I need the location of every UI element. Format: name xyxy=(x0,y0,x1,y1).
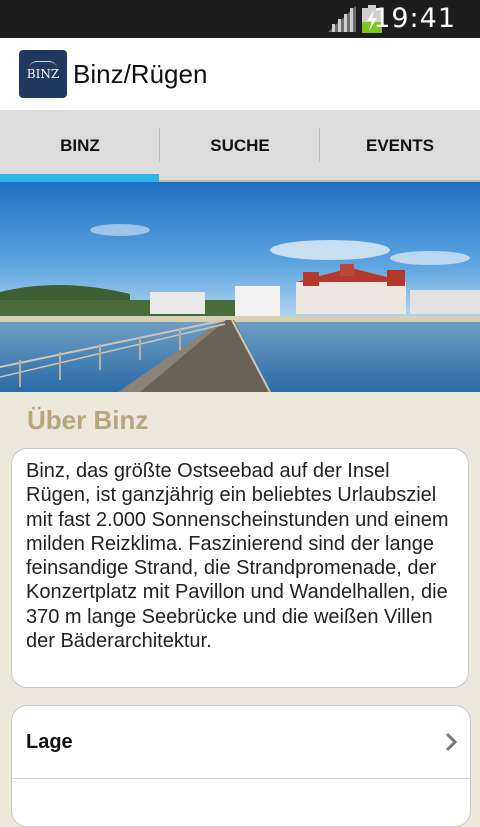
hero-image xyxy=(0,182,480,392)
status-bar: 19:41 xyxy=(0,0,480,38)
chevron-right-icon xyxy=(445,732,458,752)
tab-events[interactable]: EVENTS xyxy=(320,110,480,180)
list-item-lage[interactable]: Lage xyxy=(12,706,470,779)
crown-ornament xyxy=(29,61,57,70)
action-bar: BINZ Binz/Rügen xyxy=(0,38,480,110)
list-item-label: Lage xyxy=(26,731,73,753)
tab-selected-indicator xyxy=(0,174,159,182)
tab-binz[interactable]: BINZ xyxy=(0,110,160,180)
description-text: Binz, das größte Ostseebad auf der Insel… xyxy=(26,460,449,653)
section-title: Über Binz xyxy=(27,405,149,435)
app-title: Binz/Rügen xyxy=(73,59,208,89)
tab-bar: BINZ SUCHE EVENTS xyxy=(0,110,480,182)
description-card: Binz, das größte Ostseebad auf der Insel… xyxy=(11,448,469,688)
pier-seaside-photo xyxy=(0,182,480,392)
info-list: Lage xyxy=(11,705,471,827)
signal-icon xyxy=(328,6,356,32)
tab-suche[interactable]: SUCHE xyxy=(160,110,320,180)
app-logo[interactable]: BINZ xyxy=(19,50,67,98)
clock: 19:41 xyxy=(373,3,456,34)
